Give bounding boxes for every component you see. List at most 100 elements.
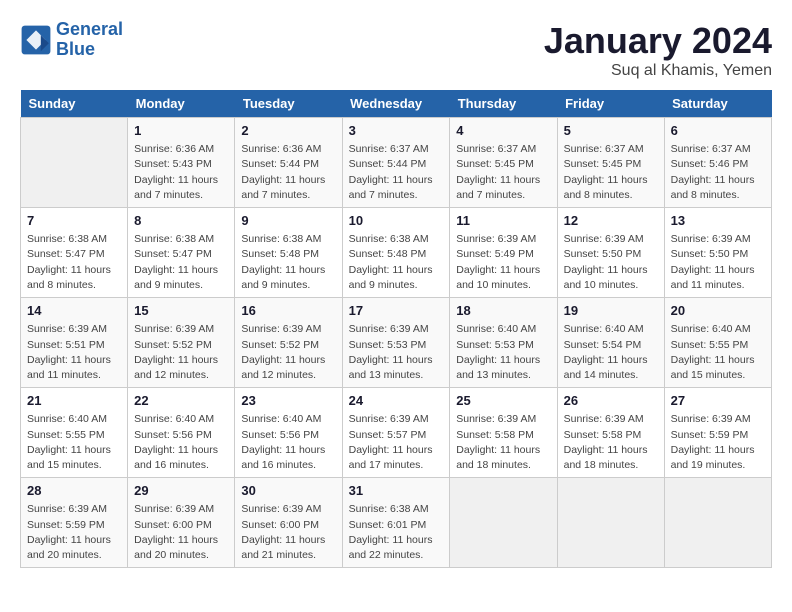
day-number: 4: [456, 122, 550, 140]
calendar-cell: 28Sunrise: 6:39 AM Sunset: 5:59 PM Dayli…: [21, 478, 128, 568]
title-block: January 2024 Suq al Khamis, Yemen: [544, 20, 772, 80]
day-number: 21: [27, 392, 121, 410]
day-info: Sunrise: 6:40 AM Sunset: 5:55 PM Dayligh…: [671, 322, 765, 383]
day-number: 23: [241, 392, 335, 410]
month-title: January 2024: [544, 20, 772, 62]
calendar-cell: 2 Sunrise: 6:36 AM Sunset: 5:44 PM Daylig…: [235, 118, 342, 208]
calendar-cell: 1 Sunrise: 6:36 AM Sunset: 5:43 PM Daylig…: [128, 118, 235, 208]
day-info: Sunrise: 6:36 AM Sunset: 5:43 PM Dayligh…: [134, 142, 228, 203]
day-info: Sunrise: 6:38 AM Sunset: 5:48 PM Dayligh…: [349, 232, 444, 293]
calendar-cell: 19Sunrise: 6:40 AM Sunset: 5:54 PM Dayli…: [557, 298, 664, 388]
calendar-cell: [664, 478, 771, 568]
calendar-cell: 31 Sunrise: 6:38 AM Sunset: 6:01 PM Dayli…: [342, 478, 450, 568]
calendar-cell: 5 Sunrise: 6:37 AM Sunset: 5:45 PM Daylig…: [557, 118, 664, 208]
calendar-table: SundayMondayTuesdayWednesdayThursdayFrid…: [20, 90, 772, 568]
logo-line1: General: [56, 19, 123, 39]
calendar-cell: 11 Sunrise: 6:39 AM Sunset: 5:49 PM Dayli…: [450, 208, 557, 298]
calendar-cell: 20 Sunrise: 6:40 AM Sunset: 5:55 PM Dayli…: [664, 298, 771, 388]
day-info: Sunrise: 6:37 AM Sunset: 5:45 PM Dayligh…: [564, 142, 658, 203]
weekday-header-row: SundayMondayTuesdayWednesdayThursdayFrid…: [21, 90, 772, 118]
day-number: 7: [27, 212, 121, 230]
calendar-cell: [557, 478, 664, 568]
weekday-header: Monday: [128, 90, 235, 118]
calendar-cell: 29Sunrise: 6:39 AM Sunset: 6:00 PM Dayli…: [128, 478, 235, 568]
day-number: 3: [349, 122, 444, 140]
day-number: 14: [27, 302, 121, 320]
calendar-cell: [21, 118, 128, 208]
calendar-cell: 8Sunrise: 6:38 AM Sunset: 5:47 PM Daylig…: [128, 208, 235, 298]
day-number: 6: [671, 122, 765, 140]
calendar-cell: 3Sunrise: 6:37 AM Sunset: 5:44 PM Daylig…: [342, 118, 450, 208]
day-info: Sunrise: 6:38 AM Sunset: 5:48 PM Dayligh…: [241, 232, 335, 293]
day-info: Sunrise: 6:39 AM Sunset: 5:57 PM Dayligh…: [349, 412, 444, 473]
day-info: Sunrise: 6:39 AM Sunset: 5:59 PM Dayligh…: [671, 412, 765, 473]
day-info: Sunrise: 6:40 AM Sunset: 5:54 PM Dayligh…: [564, 322, 658, 383]
day-number: 1: [134, 122, 228, 140]
day-info: Sunrise: 6:40 AM Sunset: 5:55 PM Dayligh…: [27, 412, 121, 473]
calendar-cell: 10 Sunrise: 6:38 AM Sunset: 5:48 PM Dayli…: [342, 208, 450, 298]
day-number: 2: [241, 122, 335, 140]
day-info: Sunrise: 6:39 AM Sunset: 5:52 PM Dayligh…: [134, 322, 228, 383]
day-info: Sunrise: 6:39 AM Sunset: 5:50 PM Dayligh…: [564, 232, 658, 293]
day-info: Sunrise: 6:38 AM Sunset: 5:47 PM Dayligh…: [134, 232, 228, 293]
day-info: Sunrise: 6:36 AM Sunset: 5:44 PM Dayligh…: [241, 142, 335, 203]
day-number: 9: [241, 212, 335, 230]
weekday-header: Wednesday: [342, 90, 450, 118]
day-info: Sunrise: 6:40 AM Sunset: 5:56 PM Dayligh…: [241, 412, 335, 473]
day-number: 13: [671, 212, 765, 230]
calendar-week-row: 14 Sunrise: 6:39 AM Sunset: 5:51 PM Dayli…: [21, 298, 772, 388]
calendar-cell: 12 Sunrise: 6:39 AM Sunset: 5:50 PM Dayli…: [557, 208, 664, 298]
calendar-body: 1 Sunrise: 6:36 AM Sunset: 5:43 PM Daylig…: [21, 118, 772, 568]
day-info: Sunrise: 6:39 AM Sunset: 5:58 PM Dayligh…: [564, 412, 658, 473]
day-number: 24: [349, 392, 444, 410]
day-number: 26: [564, 392, 658, 410]
day-number: 29: [134, 482, 228, 500]
calendar-cell: 18Sunrise: 6:40 AM Sunset: 5:53 PM Dayli…: [450, 298, 557, 388]
calendar-cell: 14 Sunrise: 6:39 AM Sunset: 5:51 PM Dayli…: [21, 298, 128, 388]
day-info: Sunrise: 6:39 AM Sunset: 5:58 PM Dayligh…: [456, 412, 550, 473]
calendar-cell: [450, 478, 557, 568]
calendar-cell: 26 Sunrise: 6:39 AM Sunset: 5:58 PM Dayli…: [557, 388, 664, 478]
logo-text: General Blue: [56, 20, 123, 60]
calendar-cell: 25 Sunrise: 6:39 AM Sunset: 5:58 PM Dayli…: [450, 388, 557, 478]
weekday-header: Sunday: [21, 90, 128, 118]
day-number: 10: [349, 212, 444, 230]
day-number: 20: [671, 302, 765, 320]
calendar-cell: 17 Sunrise: 6:39 AM Sunset: 5:53 PM Dayli…: [342, 298, 450, 388]
logo-line2: Blue: [56, 39, 95, 59]
calendar-cell: 21 Sunrise: 6:40 AM Sunset: 5:55 PM Dayli…: [21, 388, 128, 478]
calendar-cell: 4 Sunrise: 6:37 AM Sunset: 5:45 PM Daylig…: [450, 118, 557, 208]
calendar-cell: 27 Sunrise: 6:39 AM Sunset: 5:59 PM Dayli…: [664, 388, 771, 478]
day-number: 11: [456, 212, 550, 230]
day-info: Sunrise: 6:38 AM Sunset: 6:01 PM Dayligh…: [349, 502, 444, 563]
day-info: Sunrise: 6:37 AM Sunset: 5:45 PM Dayligh…: [456, 142, 550, 203]
calendar-cell: 9 Sunrise: 6:38 AM Sunset: 5:48 PM Daylig…: [235, 208, 342, 298]
day-info: Sunrise: 6:39 AM Sunset: 6:00 PM Dayligh…: [241, 502, 335, 563]
calendar-cell: 16Sunrise: 6:39 AM Sunset: 5:52 PM Dayli…: [235, 298, 342, 388]
calendar-week-row: 28Sunrise: 6:39 AM Sunset: 5:59 PM Dayli…: [21, 478, 772, 568]
calendar-cell: 24 Sunrise: 6:39 AM Sunset: 5:57 PM Dayli…: [342, 388, 450, 478]
calendar-cell: 23 Sunrise: 6:40 AM Sunset: 5:56 PM Dayli…: [235, 388, 342, 478]
day-number: 25: [456, 392, 550, 410]
weekday-header: Friday: [557, 90, 664, 118]
day-info: Sunrise: 6:37 AM Sunset: 5:46 PM Dayligh…: [671, 142, 765, 203]
day-info: Sunrise: 6:38 AM Sunset: 5:47 PM Dayligh…: [27, 232, 121, 293]
calendar-cell: 22Sunrise: 6:40 AM Sunset: 5:56 PM Dayli…: [128, 388, 235, 478]
day-number: 27: [671, 392, 765, 410]
day-number: 15: [134, 302, 228, 320]
day-number: 12: [564, 212, 658, 230]
day-number: 28: [27, 482, 121, 500]
calendar-cell: 7 Sunrise: 6:38 AM Sunset: 5:47 PM Daylig…: [21, 208, 128, 298]
day-number: 31: [349, 482, 444, 500]
day-info: Sunrise: 6:39 AM Sunset: 5:53 PM Dayligh…: [349, 322, 444, 383]
day-number: 22: [134, 392, 228, 410]
calendar-cell: 30 Sunrise: 6:39 AM Sunset: 6:00 PM Dayli…: [235, 478, 342, 568]
weekday-header: Thursday: [450, 90, 557, 118]
day-info: Sunrise: 6:39 AM Sunset: 5:49 PM Dayligh…: [456, 232, 550, 293]
day-number: 30: [241, 482, 335, 500]
calendar-week-row: 21 Sunrise: 6:40 AM Sunset: 5:55 PM Dayli…: [21, 388, 772, 478]
day-number: 5: [564, 122, 658, 140]
day-info: Sunrise: 6:39 AM Sunset: 5:51 PM Dayligh…: [27, 322, 121, 383]
location: Suq al Khamis, Yemen: [544, 62, 772, 80]
day-number: 17: [349, 302, 444, 320]
